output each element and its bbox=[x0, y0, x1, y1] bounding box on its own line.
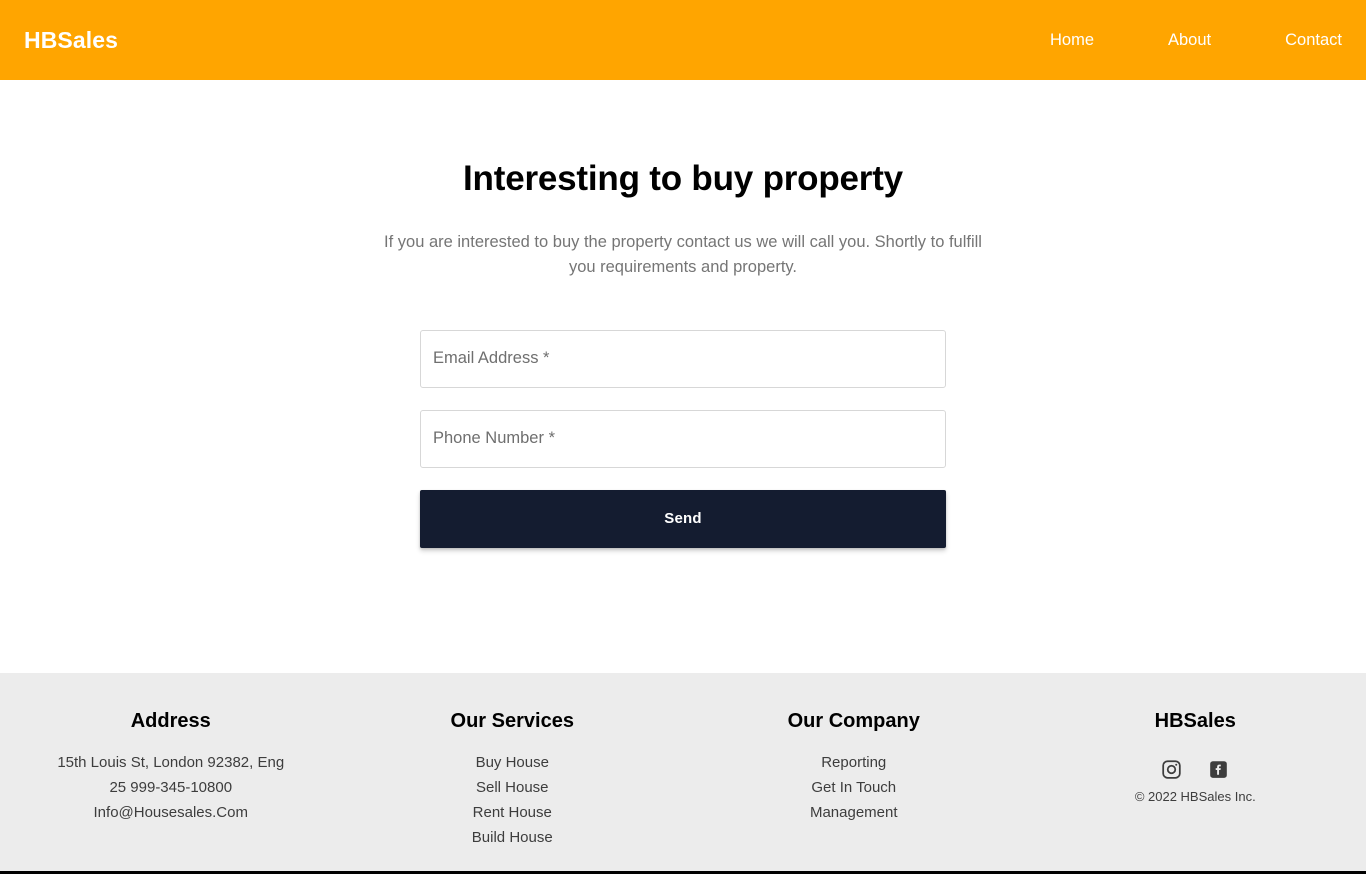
brand-logo[interactable]: HBSales bbox=[24, 28, 118, 52]
page-subtitle: If you are interested to buy the propert… bbox=[384, 233, 982, 276]
footer-column-services: Our Services Buy House Sell House Rent H… bbox=[342, 709, 684, 871]
instagram-icon[interactable] bbox=[1161, 759, 1182, 780]
facebook-icon[interactable] bbox=[1208, 759, 1229, 780]
page-title: Interesting to buy property bbox=[463, 159, 903, 198]
footer-columns: Address 15th Louis St, London 92382, Eng… bbox=[0, 673, 1366, 871]
footer-link-rent-house[interactable]: Rent House bbox=[473, 800, 552, 825]
contact-form: Send bbox=[420, 329, 946, 548]
footer-heading-brand: HBSales bbox=[1154, 710, 1236, 732]
footer-link-buy-house[interactable]: Buy House bbox=[476, 750, 549, 775]
nav-link-about[interactable]: About bbox=[1168, 25, 1211, 56]
main-navigation: Home About Contact bbox=[1050, 25, 1342, 56]
address-line-1: 15th Louis St, London 92382, Eng bbox=[57, 754, 285, 771]
address-email: Info@Housesales.Com bbox=[93, 804, 248, 821]
footer-link-build-house[interactable]: Build House bbox=[472, 825, 553, 850]
footer-heading-services: Our Services bbox=[450, 710, 574, 732]
site-footer: Address 15th Louis St, London 92382, Eng… bbox=[0, 673, 1366, 874]
footer-link-management[interactable]: Management bbox=[810, 800, 898, 825]
email-input[interactable] bbox=[420, 329, 946, 388]
site-header: HBSales Home About Contact bbox=[0, 0, 1366, 80]
nav-link-home[interactable]: Home bbox=[1050, 25, 1094, 56]
footer-link-sell-house[interactable]: Sell House bbox=[476, 775, 549, 800]
nav-link-contact[interactable]: Contact bbox=[1285, 25, 1342, 56]
footer-column-brand: HBSales © 2022 HBSales Inc. bbox=[1025, 709, 1366, 871]
footer-column-company: Our Company Reporting Get In Touch Manag… bbox=[683, 709, 1025, 871]
address-phone: 25 999-345-10800 bbox=[109, 779, 233, 796]
footer-link-get-in-touch[interactable]: Get In Touch bbox=[811, 775, 896, 800]
copyright-text: © 2022 HBSales Inc. bbox=[1134, 789, 1256, 804]
footer-column-address: Address 15th Louis St, London 92382, Eng… bbox=[0, 709, 342, 871]
footer-heading-company: Our Company bbox=[787, 710, 920, 732]
phone-input[interactable] bbox=[420, 409, 946, 468]
footer-link-reporting[interactable]: Reporting bbox=[821, 750, 886, 775]
social-links bbox=[1161, 759, 1229, 780]
main-content: Interesting to buy property If you are i… bbox=[0, 80, 1366, 673]
send-button[interactable]: Send bbox=[420, 489, 946, 548]
footer-heading-address: Address bbox=[130, 710, 211, 732]
